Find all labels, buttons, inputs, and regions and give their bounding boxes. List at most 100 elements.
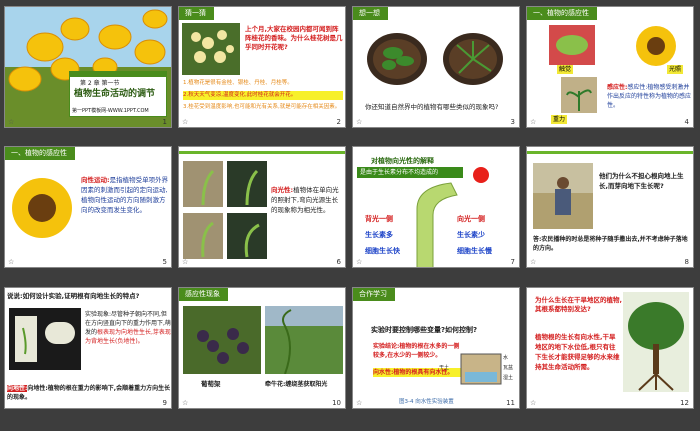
label-gravity: 重力 [551,115,568,124]
title-card: 第 2 章 第一节 植物生命活动的调节 第一PPT模板网-WWW.1PPT.CO… [69,71,167,117]
slide-number: 2 [336,118,341,126]
section-label: 猜一猜 [179,7,214,20]
definition-text: 感应性:感应性:植物感受刺激并作出反应的特性称为植物的感应性。 [607,83,691,110]
farmer-sowing-photo [533,163,593,229]
potted-plants-photo [367,33,503,85]
label-touch: 触觉 [557,65,574,74]
light-side-auxin: 生长素少 [457,231,485,239]
hydrotropism-apparatus [460,353,502,385]
shade-side-label: 背光一侧 [365,215,393,223]
phototropism-head: 向光性: [271,186,294,194]
slide-thumb-4[interactable]: 一、植物的感应性 触觉 光照 重力 感应性:感应性:植物感受刺激并作出反应的特性… [526,6,694,128]
slide-number: 4 [684,118,689,126]
seedling-photo [561,77,597,113]
definition-body: 向地性:植物的根在重力的影响下,会顺着重力方向生长的现象。 [7,385,171,401]
slide-number: 7 [510,258,515,266]
section-label: 想一想 [353,7,388,20]
slide-title: 植物生命活动的调节 [74,89,156,99]
answer-text: 答:农民播种的时总是将种子随手撒出去,并不考虑种子落地的方向。 [533,236,688,252]
slide-thumb-12[interactable]: 为什么生长在干旱地区的植物,其根系都特别发达? 植物根的生长有向水性,干旱地区的… [526,287,694,409]
question-text: 上个月,大家在校园内都可闻到阵阵桂花的香味。为什么桂花树是几乎同时开花呢? [245,25,343,51]
definition-text: 向地性:向地性:植物的根在重力的影响下,会顺着重力方向生长的现象。 [7,384,171,402]
star-icon: ☆ [530,118,537,126]
star-icon: ☆ [356,258,363,266]
experiment-result: 根表现为向地性生长,芽表现为背地生长(负地性)。 [85,329,171,345]
light-side-label: 向光一侧 [457,215,485,223]
bent-stem-diagram [416,182,458,267]
star-icon: ☆ [8,258,15,266]
shade-side-growth: 细胞生长快 [365,247,400,255]
slide-thumb-1[interactable]: 第 2 章 第一节 植物生命活动的调节 第一PPT模板网-WWW.1PPT.CO… [4,6,172,128]
question-text: 你还知道自然界中的植物有哪些类似的现象吗? [365,103,499,111]
star-icon: ☆ [356,118,363,126]
definition-head: 向地性: [7,385,28,392]
slide-thumb-6[interactable]: 向光性:植物体在单向光的照射下,弯向光源生长的现象称为相光性。 ☆ 6 [178,146,346,268]
answer-1: 1.植物花是很有金桂、银桂、丹桂、月桂等。 [183,80,293,86]
sun-icon [473,167,489,183]
star-icon: ☆ [8,118,15,126]
venus-flytrap-photo [549,25,595,65]
definition-head: 感应性: [607,84,628,91]
slide-number: 9 [162,399,167,407]
slide-number: 10 [332,399,341,407]
tree-photo [623,292,689,392]
star-icon: ☆ [530,399,537,407]
answer-text: 植物根的生长有向水性,干旱地区的地下水位低,根只有往下生长才能获得足够的水来维持… [535,333,620,371]
star-icon: ☆ [530,258,537,266]
slide-thumb-10[interactable]: 感应性现象 葡萄架 牵牛花:缠绕茎获取阳光 ☆ 10 [178,287,346,409]
slide-thumb-8[interactable]: 他们为什么不担心根向地上生长,而芽向地下生长呢? 答:农民播种的时总是将种子随手… [526,146,694,268]
caption-morning-glory: 牵牛花:缠绕茎获取阳光 [265,381,328,388]
slide-number: 5 [162,258,167,266]
slide-number: 3 [510,118,515,126]
sunflower-small-photo [636,26,676,66]
subtitle-banner: 是由于生长素分布不均造成的 [357,167,463,178]
tropism-head: 向性运动: [81,176,110,184]
phototropism-text: 向光性:植物体在单向光的照射下,弯向光源生长的现象称为相光性。 [271,185,343,215]
sunflower-photo [12,178,72,238]
slide-number: 6 [336,258,341,266]
result-text: 实验结论:植物的根在水多的一侧较多,在水少的一侧较少。 [373,343,460,359]
apparatus-label-water: 水 [503,355,509,361]
slide-thumb-9[interactable]: 说说:如何设计实验,证明根有向地生长的特点? 实验现象:尽管种子朝向不同,但在方… [4,287,172,409]
caption-grape: 葡萄架 [201,380,221,388]
slide-number: 8 [684,258,689,266]
star-icon: ☆ [356,399,363,407]
question-text: 为什么生长在干旱地区的植物,其根系都特别发达? [535,296,622,313]
slide-number: 11 [506,399,515,407]
slide-thumb-2[interactable]: 猜一猜 上个月,大家在校园内都可闻到阵阵桂花的香味。为什么桂花树是几乎同时开花呢… [178,6,346,128]
section-label: 一、植物的感应性 [527,7,597,20]
slide-number: 1 [162,118,167,126]
experiment-text: 实验现象:尽管种子朝向不同,但在方向竖直向下的重力作用下,萌发的根表现为向地性生… [85,310,171,346]
slide-title: 对植物向光性的解释 [371,157,434,165]
morning-glory-photo [265,306,343,374]
slide-title: 说说:如何设计实验,证明根有向地生长的特点? [7,292,140,300]
phototropism-photos [183,161,267,259]
apparatus-label-dry-soil: 干土 [439,365,450,371]
slide-number: 12 [680,399,689,407]
star-icon: ☆ [182,118,189,126]
section-label: 感应性现象 [179,288,228,301]
slide-thumb-7[interactable]: 对植物向光性的解释 是由于生长素分布不均造成的 背光一侧 生长素多 细胞生长快 … [352,146,520,268]
slide-thumb-11[interactable]: 合作学习 实验时要控制哪些变量?如何控制? 实验结论:植物的根在水多的一侧较多,… [352,287,520,409]
slide-thumb-5[interactable]: 一、植物的感应性 向性运动:是指植物受单项外界因素的刺激而引起的定向运动,植物向… [4,146,172,268]
tropism-text: 向性运动:是指植物受单项外界因素的刺激而引起的定向运动,植物向性运动的方向随刺激… [81,175,169,215]
apparatus-label-pot: 瓦盆 [503,365,514,371]
footer-text: 第一PPT模板网-WWW.1PPT.COM [72,108,149,114]
question-text: 他们为什么不担心根向地上生长,而芽向地下生长呢? [599,172,684,190]
answer-3: 3.桂花受到温度影响,也可能和光有关系,就是可能存在相关因素。 [183,104,341,110]
section-label: 合作学习 [353,288,395,301]
shade-side-auxin: 生长素多 [365,231,393,239]
gravitropism-experiment-diagram [9,308,81,370]
osmanthus-photo [182,23,240,75]
section-label: 一、植物的感应性 [5,147,75,160]
apparatus-label-wet-soil: 湿土 [503,375,514,381]
grape-vine-photo [183,306,261,374]
question-text: 实验时要控制哪些变量?如何控制? [371,326,478,334]
chapter-kicker: 第 2 章 第一节 [80,80,120,87]
figure-caption: 图3-4 向水性实验装置 [399,399,454,405]
light-side-growth: 细胞生长慢 [457,247,492,255]
label-light: 光照 [667,65,684,74]
star-icon: ☆ [182,258,189,266]
star-icon: ☆ [182,399,189,407]
slide-thumb-3[interactable]: 想一想 你还知道自然界中的植物有哪些类似的现象吗? ☆ 3 [352,6,520,128]
